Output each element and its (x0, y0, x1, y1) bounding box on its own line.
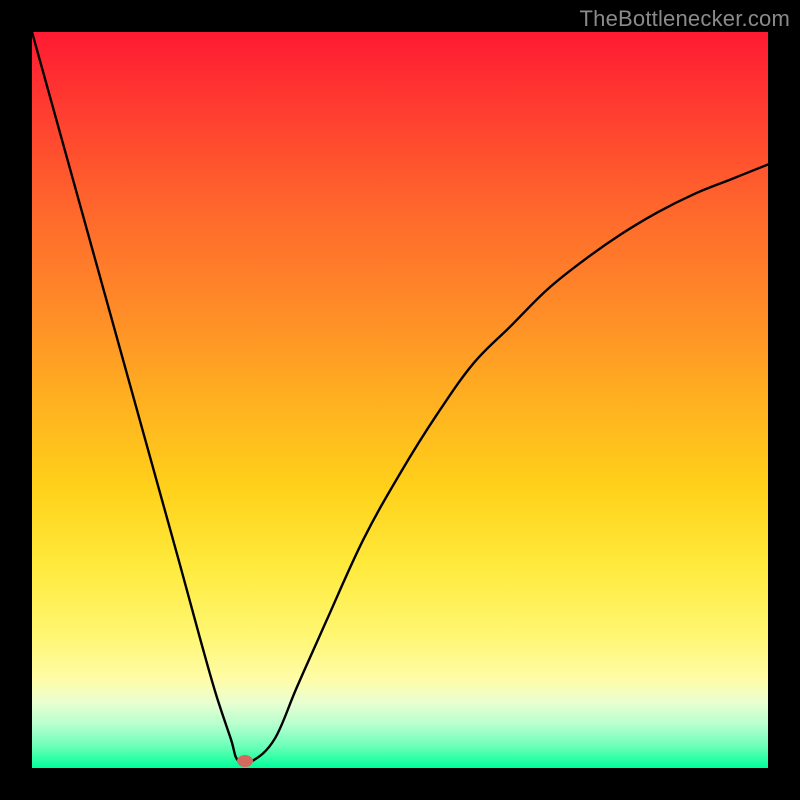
attribution-text: TheBottlenecker.com (580, 6, 790, 32)
chart-frame: TheBottlenecker.com (0, 0, 800, 800)
curve-svg (32, 32, 768, 768)
plot-area (32, 32, 768, 768)
optimal-point-marker (237, 755, 253, 767)
bottleneck-curve (32, 32, 768, 764)
